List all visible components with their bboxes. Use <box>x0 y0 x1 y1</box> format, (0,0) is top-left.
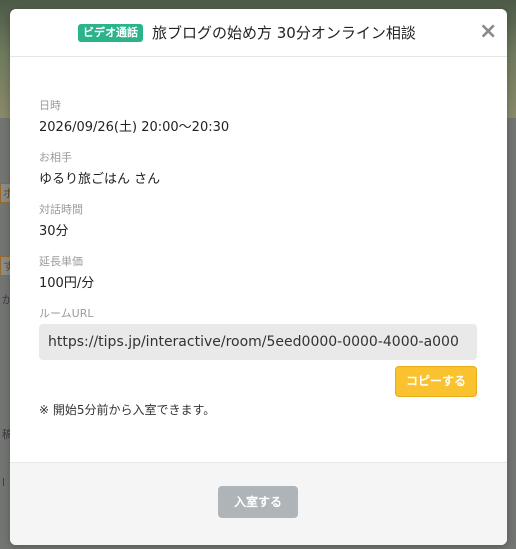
modal-header: ビデオ通話 旅ブログの始め方 30分オンライン相談 × <box>10 9 507 57</box>
room-url-field[interactable]: https://tips.jp/interactive/room/5eed000… <box>39 324 477 360</box>
video-call-badge: ビデオ通話 <box>78 24 143 42</box>
extension-rate-label: 延長単価 <box>39 255 83 268</box>
duration-value: 30分 <box>39 224 69 239</box>
enter-room-button[interactable]: 入室する <box>218 486 298 518</box>
modal-title: 旅ブログの始め方 30分オンライン相談 <box>152 24 416 42</box>
extension-rate-value: 100円/分 <box>39 276 95 291</box>
room-url-label: ルームURL <box>39 307 94 320</box>
close-icon[interactable]: × <box>479 21 497 43</box>
entry-note: ※ 開始5分前から入室できます。 <box>39 403 216 417</box>
room-url-value: https://tips.jp/interactive/room/5eed000… <box>48 334 459 350</box>
partner-value: ゆるり旅ごはん さん <box>39 172 161 187</box>
partner-label: お相手 <box>39 151 72 164</box>
datetime-label: 日時 <box>39 99 61 112</box>
modal-footer: 入室する <box>10 462 507 545</box>
datetime-value: 2026/09/26(土) 20:00〜20:30 <box>39 120 230 135</box>
copy-button[interactable]: コピーする <box>395 366 477 397</box>
duration-label: 対話時間 <box>39 203 83 216</box>
consultation-modal: ビデオ通話 旅ブログの始め方 30分オンライン相談 × 日時 2026/09/2… <box>10 9 507 545</box>
